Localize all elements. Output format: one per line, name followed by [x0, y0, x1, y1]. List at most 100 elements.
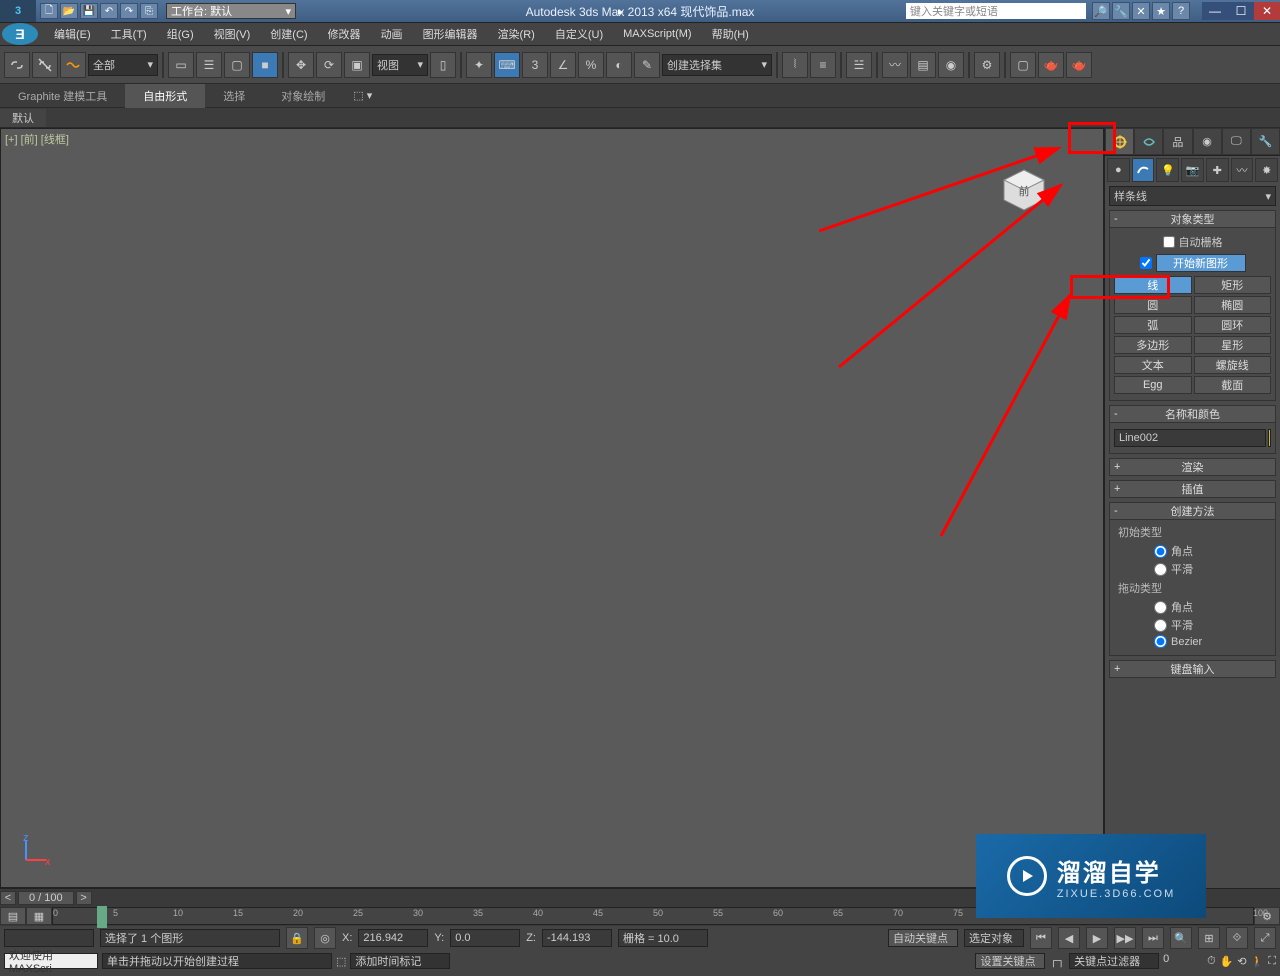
rectangle-button[interactable]: 矩形 [1194, 276, 1272, 294]
undo-icon[interactable]: ↶ [100, 3, 118, 19]
drag-corner-radio[interactable] [1154, 601, 1167, 614]
y-coord-input[interactable]: 0.0 [450, 929, 520, 947]
menu-customize[interactable]: 自定义(U) [545, 22, 613, 46]
minimize-button[interactable]: — [1202, 2, 1228, 20]
create-tab-icon[interactable] [1105, 128, 1134, 155]
cameras-subtab-icon[interactable]: 📷 [1181, 158, 1204, 182]
menu-grapheditors[interactable]: 图形编辑器 [413, 22, 488, 46]
play-next-icon[interactable]: ▶▶ [1114, 927, 1136, 949]
drag-smooth-radio[interactable] [1154, 619, 1167, 632]
nav-zoom-icon[interactable]: 🔍 [1170, 927, 1192, 949]
geometry-subtab-icon[interactable]: ● [1107, 158, 1130, 182]
menu-create[interactable]: 创建(C) [260, 22, 317, 46]
scene-tab-default[interactable]: 默认 [0, 109, 46, 127]
named-selection-dropdown[interactable]: 创建选择集▾ [662, 54, 772, 76]
manipulate-icon[interactable]: ✦ [466, 52, 492, 78]
key-icon[interactable]: 🔧 [1112, 2, 1130, 20]
edit-named-sel-icon[interactable]: ✎ [634, 52, 660, 78]
open-icon[interactable]: 📂 [60, 3, 78, 19]
viewport[interactable]: [+] [前] [线框] 前 z x [0, 128, 1104, 888]
nav-fov-icon[interactable]: ⟐ [1226, 927, 1248, 949]
menu-maxscript[interactable]: MAXScript(M) [613, 22, 701, 46]
close-button[interactable]: ✕ [1254, 2, 1280, 20]
menu-group[interactable]: 组(G) [157, 22, 204, 46]
autokey-button[interactable]: 自动关键点 [888, 929, 958, 947]
modify-tab-icon[interactable] [1134, 128, 1163, 155]
app-menu-icon[interactable]: Ǝ [2, 23, 38, 45]
setkey-button[interactable]: 设置关键点 [975, 953, 1045, 969]
nav-zoomext-icon[interactable]: ⤢ [1254, 927, 1276, 949]
keyboard-shortcut-icon[interactable]: ⌨ [494, 52, 520, 78]
donut-button[interactable]: 圆环 [1194, 316, 1272, 334]
display-tab-icon[interactable]: 🖵 [1222, 128, 1251, 155]
nav-zoomall-icon[interactable]: ⊞ [1198, 927, 1220, 949]
initial-corner-radio[interactable] [1154, 545, 1167, 558]
utilities-tab-icon[interactable]: 🔧 [1251, 128, 1280, 155]
viewcube-icon[interactable]: 前 [999, 165, 1049, 215]
isolate-icon[interactable]: ◎ [314, 927, 336, 949]
ribbon-tab-select[interactable]: 选择 [205, 84, 263, 108]
drag-bezier-radio[interactable] [1154, 635, 1167, 648]
render-last-icon[interactable]: 🫖 [1066, 52, 1092, 78]
selset-dropdown[interactable]: 选定对象 [964, 929, 1024, 947]
nav-orbit-icon[interactable]: ⟲ [1237, 955, 1246, 968]
new-icon[interactable]: 🗋 [40, 3, 58, 19]
z-coord-input[interactable]: -144.193 [542, 929, 612, 947]
x-coord-input[interactable]: 216.942 [358, 929, 428, 947]
timeslider-prev-icon[interactable]: < [0, 891, 16, 905]
rollout-head-cm[interactable]: -创建方法 [1109, 502, 1276, 520]
select-by-name-icon[interactable]: ☰ [196, 52, 222, 78]
circle-button[interactable]: 圆 [1114, 296, 1192, 314]
selection-filter-dropdown[interactable]: 全部▾ [88, 54, 158, 76]
material-editor-icon[interactable]: ◉ [938, 52, 964, 78]
initial-smooth-radio[interactable] [1154, 563, 1167, 576]
line-button[interactable]: 线 [1114, 276, 1192, 294]
rollout-head-rendering[interactable]: +渲染 [1109, 458, 1276, 476]
angle-snap-icon[interactable]: ∠ [550, 52, 576, 78]
object-name-input[interactable] [1114, 429, 1266, 447]
section-button[interactable]: 截面 [1194, 376, 1272, 394]
trackbar-filter-icon[interactable]: ▦ [26, 907, 52, 925]
bind-spacewarp-icon[interactable] [60, 52, 86, 78]
layers-icon[interactable]: ☱ [846, 52, 872, 78]
mirror-icon[interactable]: ⦚ [782, 52, 808, 78]
trackbar-mini-icon[interactable]: ▤ [0, 907, 26, 925]
viewport-label[interactable]: [+] [前] [线框] [5, 131, 69, 147]
ribbon-collapse-icon[interactable]: ⬚ ▾ [353, 89, 372, 102]
pivot-center-icon[interactable]: ▯ [430, 52, 456, 78]
select-object-icon[interactable]: ▭ [168, 52, 194, 78]
timeslider-position[interactable]: 0 / 100 [18, 891, 74, 905]
menu-edit[interactable]: 编辑(E) [44, 22, 101, 46]
maxscript-mini-listener[interactable] [4, 929, 94, 947]
lock-selection-icon[interactable]: 🔒 [286, 927, 308, 949]
align-icon[interactable]: ≡ [810, 52, 836, 78]
timeslider-next-icon[interactable]: > [76, 891, 92, 905]
binoculars-icon[interactable]: 🔎 [1092, 2, 1110, 20]
window-crossing-icon[interactable]: ■ [252, 52, 278, 78]
menu-views[interactable]: 视图(V) [204, 22, 261, 46]
motion-tab-icon[interactable]: ◉ [1193, 128, 1222, 155]
hierarchy-tab-icon[interactable]: 品 [1163, 128, 1192, 155]
trackbar-cursor[interactable] [97, 906, 107, 928]
play-end-icon[interactable]: ⏭ [1142, 927, 1164, 949]
link-icon[interactable] [4, 52, 30, 78]
startnewshape-button[interactable]: 开始新图形 [1156, 254, 1246, 272]
frame-input[interactable]: 0 [1163, 953, 1203, 969]
curve-editor-icon[interactable]: 〰 [882, 52, 908, 78]
render-setup-icon[interactable]: ⚙ [974, 52, 1000, 78]
arc-button[interactable]: 弧 [1114, 316, 1192, 334]
ribbon-tab-objectpaint[interactable]: 对象绘制 [263, 84, 343, 108]
addtime-label[interactable]: 添加时间标记 [350, 953, 450, 969]
snap-3-icon[interactable]: 3 [522, 52, 548, 78]
keymode-icon[interactable]: ┌┐ [1049, 955, 1065, 967]
menu-rendering[interactable]: 渲染(R) [488, 22, 545, 46]
menu-modifiers[interactable]: 修改器 [318, 22, 371, 46]
snap-toggle-icon[interactable]: ⬚ [336, 955, 346, 968]
percent-snap-icon[interactable]: % [578, 52, 604, 78]
ngon-button[interactable]: 多边形 [1114, 336, 1192, 354]
schematic-view-icon[interactable]: ▤ [910, 52, 936, 78]
render-production-icon[interactable]: 🫖 [1038, 52, 1064, 78]
unlink-icon[interactable] [32, 52, 58, 78]
ellipse-button[interactable]: 椭圆 [1194, 296, 1272, 314]
render-frame-icon[interactable]: ▢ [1010, 52, 1036, 78]
